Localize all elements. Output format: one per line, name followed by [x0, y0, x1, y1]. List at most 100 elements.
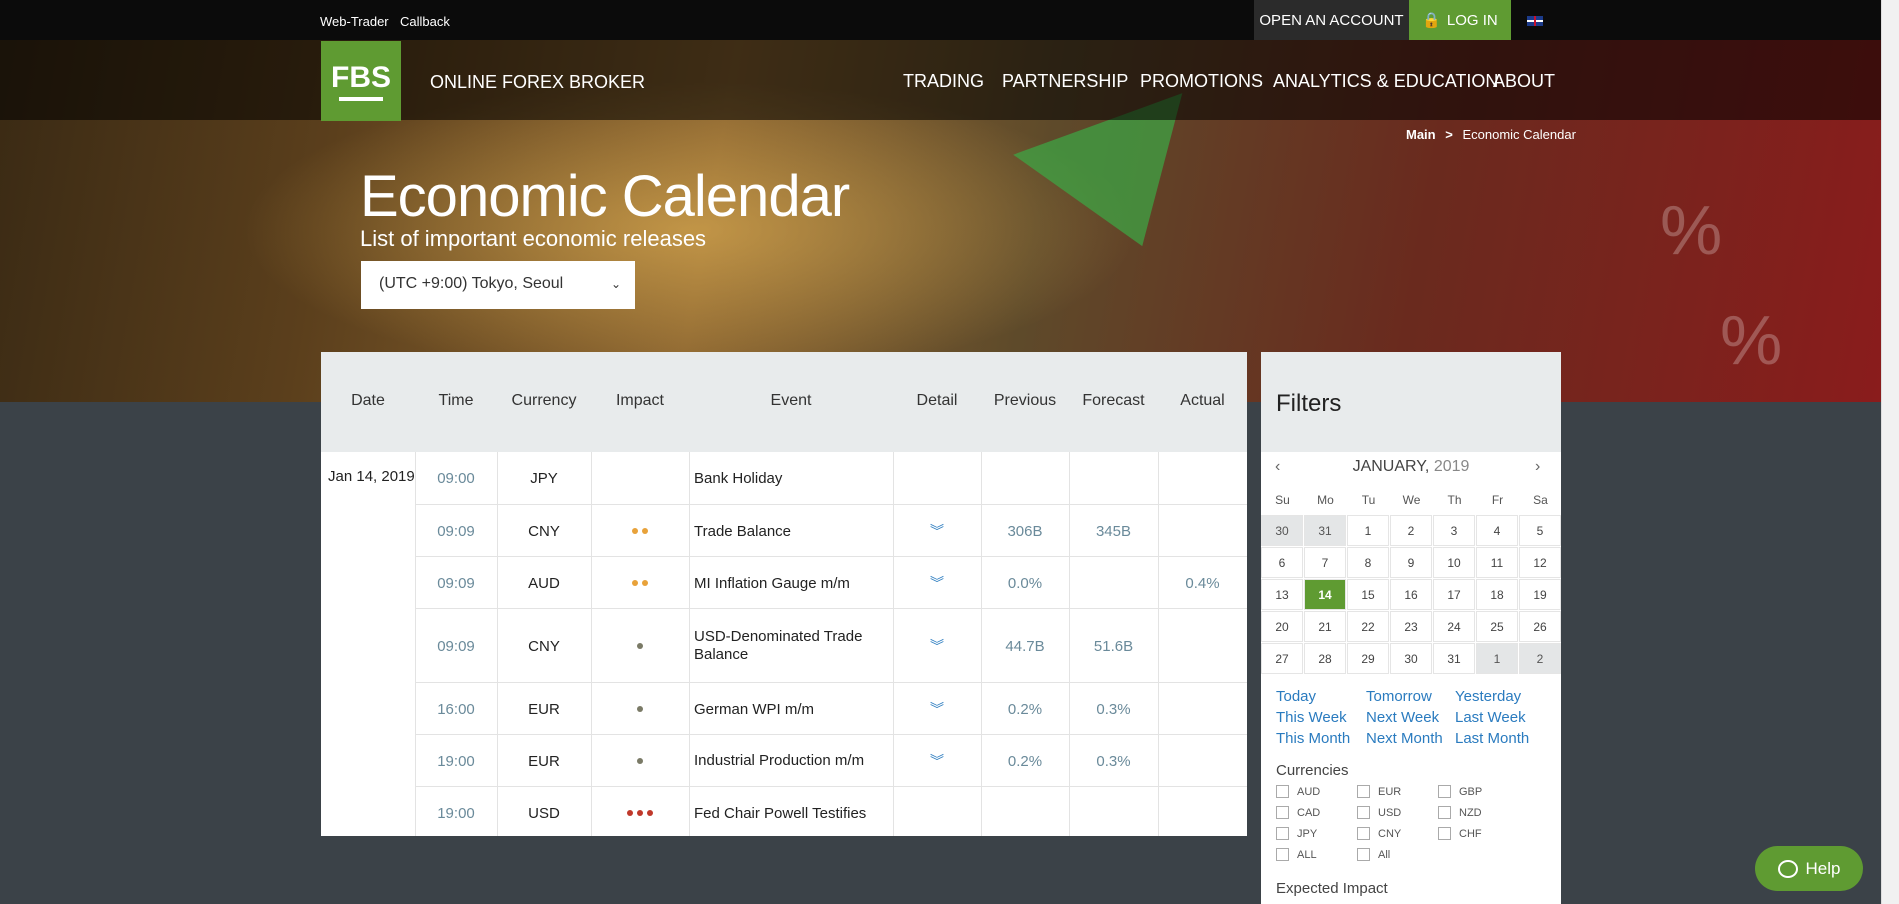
callback-link[interactable]: Callback: [400, 14, 450, 29]
expand-detail-icon[interactable]: ︾: [893, 505, 981, 557]
weekday-label: Su: [1275, 493, 1290, 507]
quick-range-link[interactable]: Last Month: [1455, 730, 1529, 747]
time-cell: 19:00: [437, 804, 475, 822]
calendar-day[interactable]: 27: [1261, 643, 1303, 674]
checkbox-icon: [1438, 806, 1451, 819]
quick-range-link[interactable]: This Month: [1276, 730, 1350, 747]
calendar-day[interactable]: 1: [1476, 643, 1518, 674]
timezone-select[interactable]: (UTC +9:00) Tokyo, Seoul ⌄: [361, 261, 635, 309]
currency-checkbox[interactable]: CNY: [1357, 827, 1401, 840]
quick-range-link[interactable]: Tomorrow: [1366, 688, 1432, 705]
calendar-day[interactable]: 31: [1433, 643, 1475, 674]
nav-about[interactable]: ABOUT: [1493, 71, 1555, 92]
currency-cell: JPY: [530, 469, 558, 487]
calendar-day[interactable]: 11: [1476, 547, 1518, 578]
calendar-day[interactable]: 8: [1347, 547, 1389, 578]
nav-analytics-education[interactable]: ANALYTICS & EDUCATION: [1273, 71, 1498, 92]
calendar-day[interactable]: 12: [1519, 547, 1561, 578]
calendar-day[interactable]: 3: [1433, 515, 1475, 546]
chevron-right-icon[interactable]: ›: [1535, 458, 1540, 476]
web-trader-link[interactable]: Web-Trader: [320, 14, 389, 29]
expand-detail-icon[interactable]: ︾: [893, 557, 981, 609]
impact-cell: [591, 557, 689, 609]
calendar-day[interactable]: 2: [1390, 515, 1432, 546]
calendar-day[interactable]: 17: [1433, 579, 1475, 610]
calendar-day[interactable]: 23: [1390, 611, 1432, 642]
calendar-day[interactable]: 25: [1476, 611, 1518, 642]
currency-checkbox[interactable]: JPY: [1276, 827, 1317, 840]
calendar-day[interactable]: 14: [1304, 579, 1346, 610]
impact-dot-icon: [642, 528, 648, 534]
calendar-day[interactable]: 26: [1519, 611, 1561, 642]
page-scrollbar[interactable]: [1881, 0, 1899, 904]
brand-tagline: ONLINE FOREX BROKER: [430, 72, 646, 92]
calendar-day[interactable]: 18: [1476, 579, 1518, 610]
quick-range-link[interactable]: Next Month: [1366, 730, 1443, 747]
quick-range-link[interactable]: This Week: [1276, 709, 1347, 726]
expand-detail-icon[interactable]: ︾: [893, 735, 981, 787]
uk-flag-icon[interactable]: [1527, 16, 1543, 26]
impact-dot-icon: [637, 706, 643, 712]
calendar-day[interactable]: 6: [1261, 547, 1303, 578]
calendar-day[interactable]: 5: [1519, 515, 1561, 546]
nav-promotions[interactable]: PROMOTIONS: [1140, 71, 1263, 92]
impact-dot-icon: [637, 643, 643, 649]
calendar-day[interactable]: 30: [1390, 643, 1432, 674]
calendar-day[interactable]: 24: [1433, 611, 1475, 642]
currency-checkbox[interactable]: EUR: [1357, 785, 1401, 798]
time-cell: 16:00: [437, 700, 475, 718]
quick-range-link[interactable]: Yesterday: [1455, 688, 1521, 705]
impact-cell: [591, 505, 689, 557]
quick-range-link[interactable]: Last Week: [1455, 709, 1526, 726]
currency-checkbox[interactable]: GBP: [1438, 785, 1482, 798]
page-title: Economic Calendar: [360, 164, 850, 229]
calendar-day[interactable]: 30: [1261, 515, 1303, 546]
impact-dot-icon: [632, 528, 638, 534]
nav-trading[interactable]: TRADING: [903, 71, 984, 92]
nav-partnership[interactable]: PARTNERSHIP: [1002, 71, 1128, 92]
login-button[interactable]: 🔒 LOG IN: [1409, 0, 1511, 40]
currency-checkbox[interactable]: CAD: [1276, 806, 1320, 819]
calendar-day[interactable]: 19: [1519, 579, 1561, 610]
fbs-logo[interactable]: FBS: [321, 41, 401, 121]
calendar-day[interactable]: 31: [1304, 515, 1346, 546]
currency-label: GBP: [1459, 785, 1483, 798]
calendar-day[interactable]: 20: [1261, 611, 1303, 642]
filters-header: Filters: [1261, 352, 1561, 452]
expand-detail-icon[interactable]: ︾: [893, 609, 981, 683]
impact-dot-icon: [637, 810, 643, 816]
page-subtitle: List of important economic releases: [360, 226, 707, 251]
currency-checkbox[interactable]: NZD: [1438, 806, 1482, 819]
previous-cell: 0.0%: [1007, 574, 1043, 592]
calendar-day[interactable]: 4: [1476, 515, 1518, 546]
calendar-day[interactable]: 2: [1519, 643, 1561, 674]
currency-checkbox[interactable]: All: [1357, 848, 1390, 861]
calendar-day[interactable]: 13: [1261, 579, 1303, 610]
calendar-day[interactable]: 7: [1304, 547, 1346, 578]
currency-label: CHF: [1459, 827, 1482, 840]
help-button[interactable]: Help: [1755, 846, 1863, 891]
currency-checkbox[interactable]: AUD: [1276, 785, 1320, 798]
quick-range-link[interactable]: Next Week: [1366, 709, 1439, 726]
calendar-day[interactable]: 22: [1347, 611, 1389, 642]
forecast-cell: 0.3%: [1096, 700, 1131, 718]
previous-cell: 0.2%: [1007, 752, 1043, 770]
breadcrumb-main[interactable]: Main: [1406, 127, 1436, 142]
calendar-day[interactable]: 10: [1433, 547, 1475, 578]
currency-cell: CNY: [528, 637, 560, 655]
quick-range-link[interactable]: Today: [1276, 688, 1316, 705]
checkbox-icon: [1276, 806, 1289, 819]
calendar-day[interactable]: 16: [1390, 579, 1432, 610]
open-account-button[interactable]: OPEN AN ACCOUNT: [1254, 0, 1409, 40]
currency-checkbox[interactable]: USD: [1357, 806, 1401, 819]
calendar-day[interactable]: 28: [1304, 643, 1346, 674]
calendar-day[interactable]: 15: [1347, 579, 1389, 610]
previous-cell: 306B: [1007, 522, 1043, 540]
expand-detail-icon[interactable]: ︾: [893, 683, 981, 735]
currency-checkbox[interactable]: ALL: [1276, 848, 1317, 861]
currency-checkbox[interactable]: CHF: [1438, 827, 1482, 840]
calendar-day[interactable]: 1: [1347, 515, 1389, 546]
calendar-day[interactable]: 29: [1347, 643, 1389, 674]
calendar-day[interactable]: 9: [1390, 547, 1432, 578]
calendar-day[interactable]: 21: [1304, 611, 1346, 642]
